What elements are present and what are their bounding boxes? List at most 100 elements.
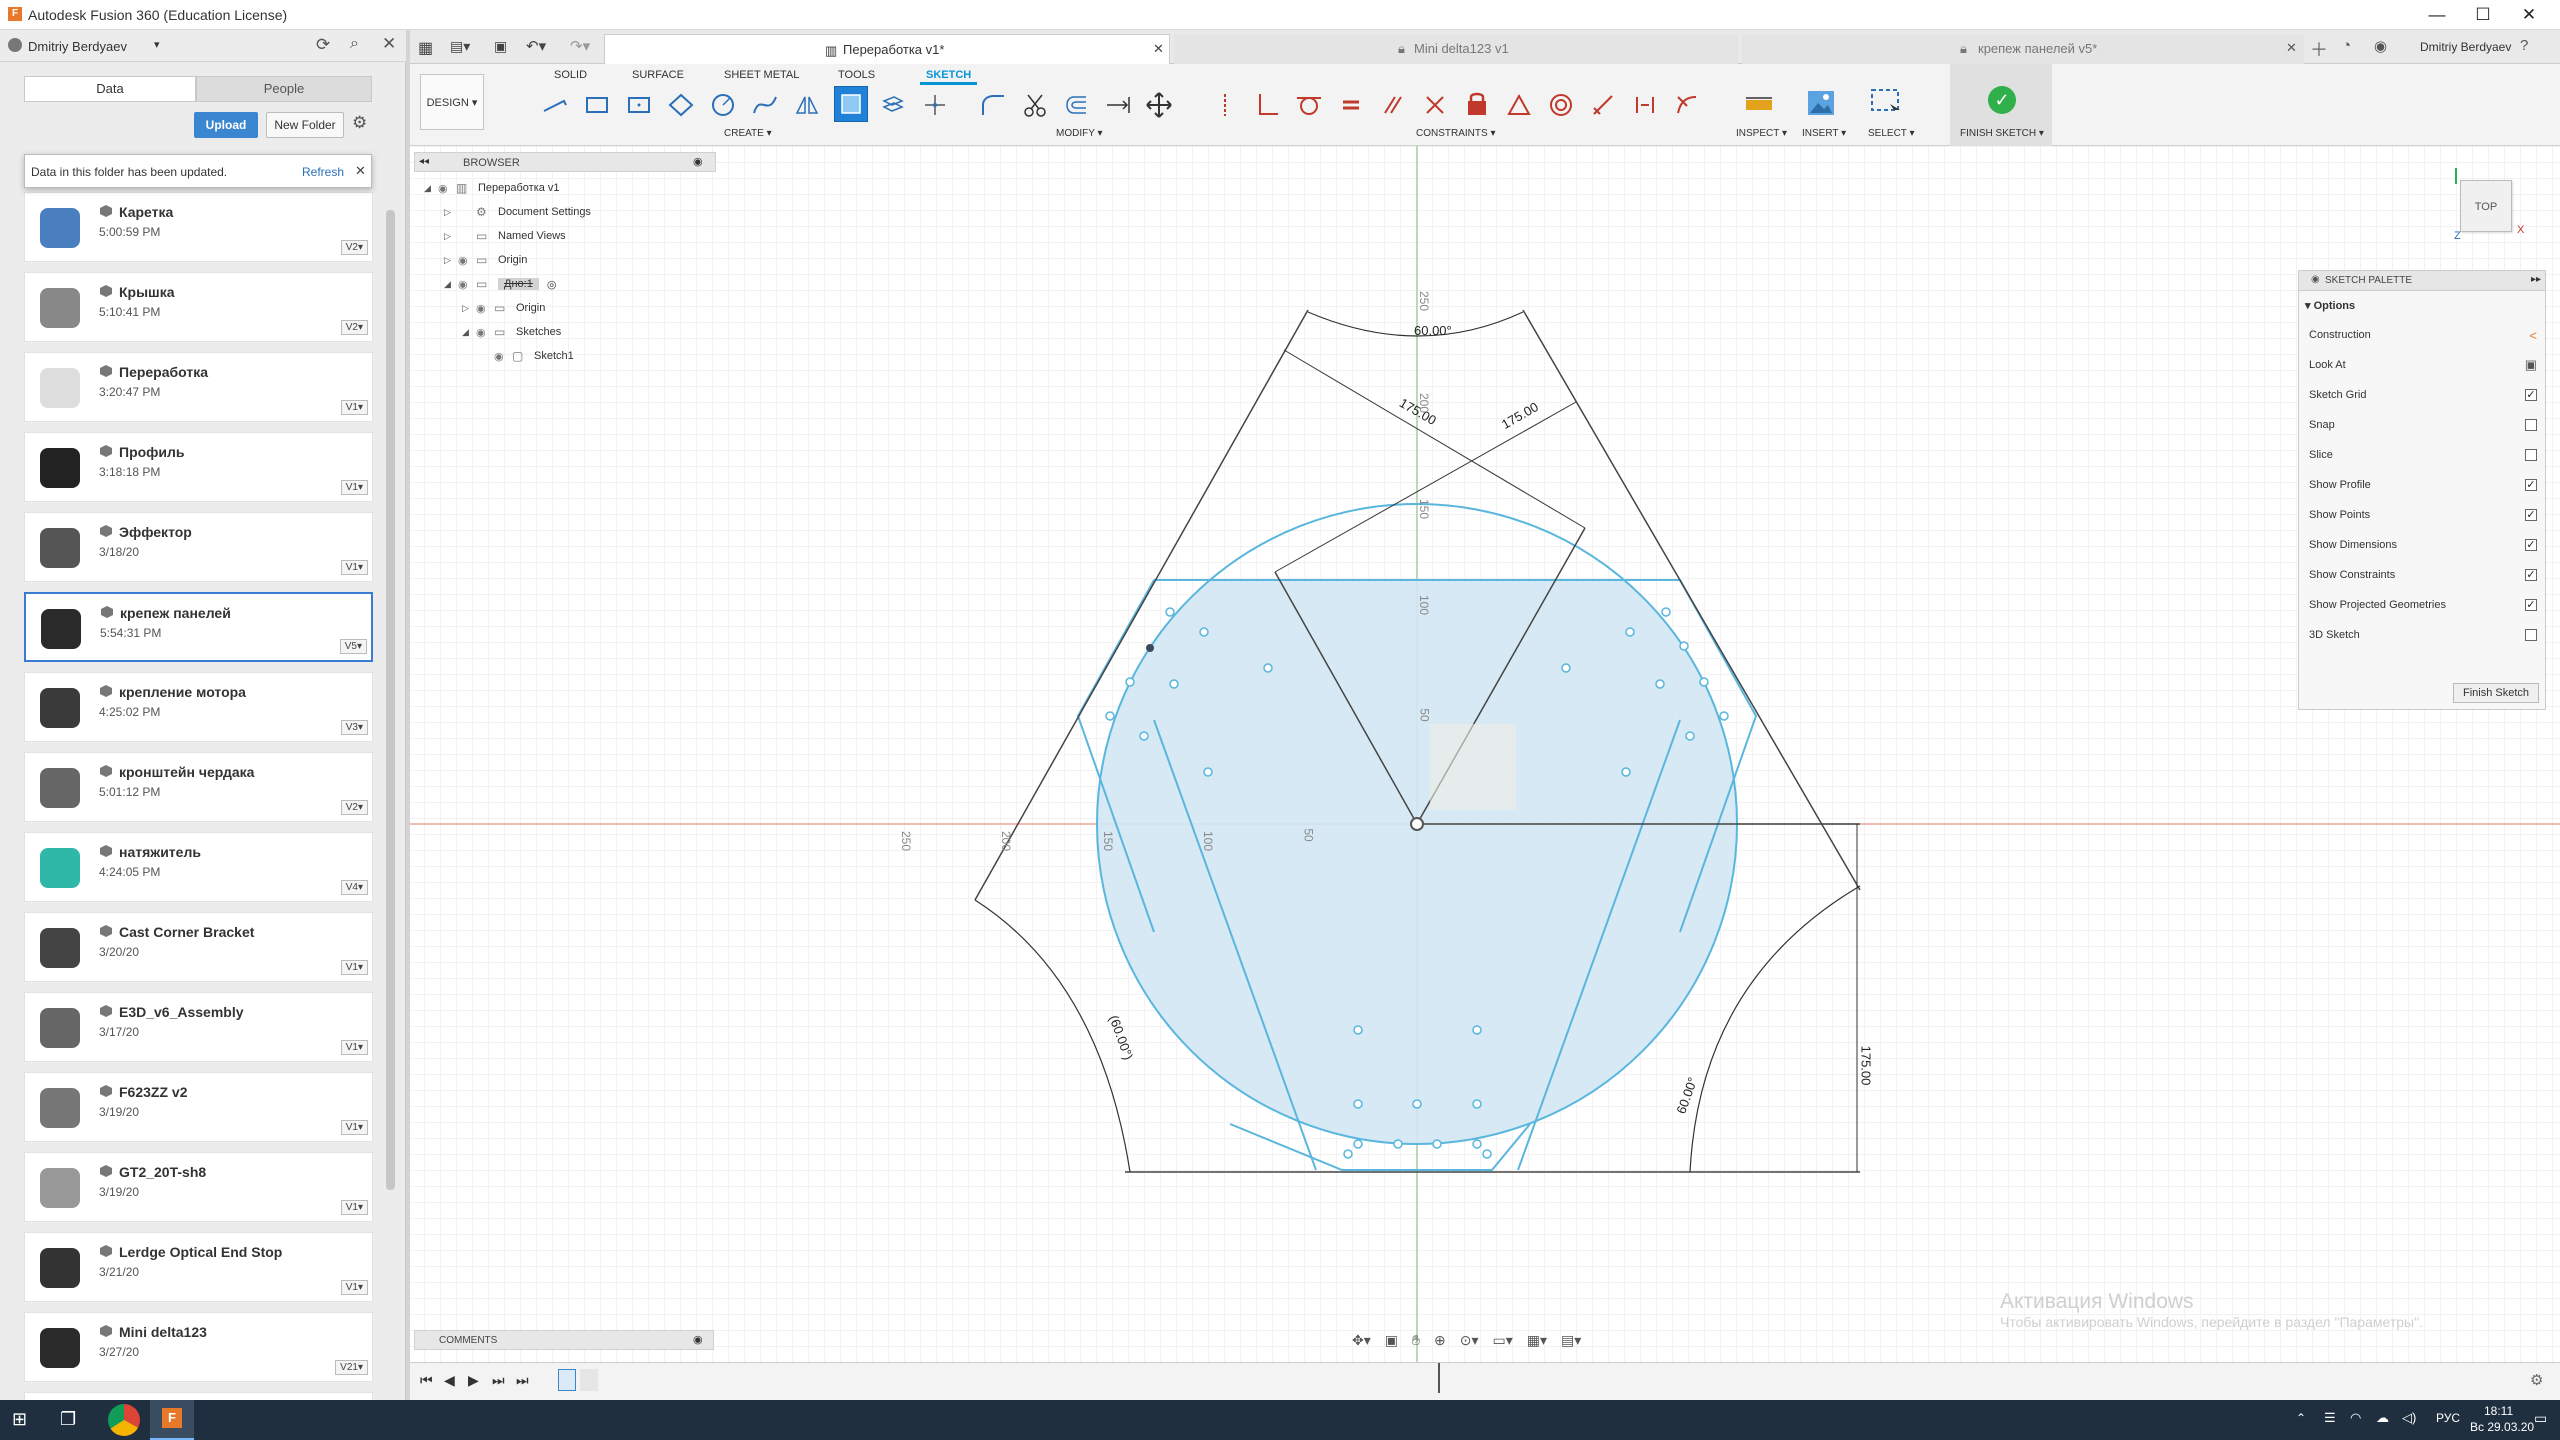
expand-arrow-icon[interactable]: ▷ xyxy=(444,207,458,218)
tangent-icon[interactable] xyxy=(1294,90,1324,120)
center-rectangle-icon[interactable] xyxy=(624,90,654,120)
checkbox[interactable] xyxy=(2525,449,2537,461)
collapse-browser-icon[interactable]: ◂◂ xyxy=(419,156,429,167)
refresh-link[interactable]: Refresh xyxy=(302,165,344,179)
network-icon[interactable]: ☰ xyxy=(2324,1410,2336,1426)
browser-row[interactable]: ◢ ◉ ▭ Днo:1 ◎ xyxy=(414,272,716,296)
file-card[interactable]: крепеж панелей 5:54:31 PM V5▾ xyxy=(24,592,373,662)
timeline-back-icon[interactable]: ◀ xyxy=(444,1372,455,1389)
timeline-forward-icon[interactable]: ⏭ xyxy=(492,1372,505,1389)
file-card[interactable]: F623ZZ v2 3/19/20 V1▾ xyxy=(24,1072,373,1142)
browser-row[interactable]: ▷ ▭ Named Views xyxy=(414,224,716,248)
dim-length-right[interactable]: 175.00 xyxy=(1858,1046,1873,1086)
midpoint-icon[interactable] xyxy=(1504,90,1534,120)
workspace-switcher[interactable]: DESIGN ▾ xyxy=(420,74,484,130)
notifications-icon[interactable]: ◉ xyxy=(2374,37,2387,55)
expand-arrow-icon[interactable]: ▷ xyxy=(462,303,476,314)
group-create-label[interactable]: CREATE ▾ xyxy=(724,128,772,139)
perpendicular-icon[interactable] xyxy=(1420,90,1450,120)
file-card[interactable]: Cast Corner Bracket 3/20/20 V1▾ xyxy=(24,912,373,982)
file-card[interactable]: крепление мотора 4:25:02 PM V3▾ xyxy=(24,672,373,742)
notification-center-icon[interactable]: ▭ xyxy=(2534,1410,2547,1427)
measure-icon[interactable] xyxy=(1744,90,1774,120)
redo-icon[interactable]: ↷▾ xyxy=(570,37,590,55)
file-card[interactable]: натяжитель 4:24:05 PM V4▾ xyxy=(24,832,373,902)
browser-row[interactable]: ◢ ◉ ▭ Sketches xyxy=(414,320,716,344)
checkbox[interactable]: ✓ xyxy=(2525,569,2537,581)
clock-date[interactable]: Вс 29.03.20 xyxy=(2470,1420,2534,1434)
file-card[interactable]: Каретка 5:00:59 PM V2▾ xyxy=(24,192,373,262)
spline-icon[interactable] xyxy=(750,90,780,120)
visibility-eye-icon[interactable]: ◉ xyxy=(476,326,494,339)
version-badge[interactable]: V2▾ xyxy=(340,240,368,255)
language-indicator[interactable]: РУС xyxy=(2436,1411,2460,1425)
fusion-taskbar-button[interactable]: F xyxy=(150,1400,194,1440)
group-select-label[interactable]: SELECT ▾ xyxy=(1868,128,1915,139)
palette-options-section[interactable]: ▾ Options xyxy=(2305,299,2355,312)
version-badge[interactable]: V5▾ xyxy=(339,639,367,654)
version-badge[interactable]: V3▾ xyxy=(340,720,368,735)
project-icon[interactable] xyxy=(878,90,908,120)
grid-menu-icon[interactable]: ▦ xyxy=(418,38,433,58)
doc-tab[interactable]: 🔒︎ крепеж панелей v5* ✕ xyxy=(1742,34,2304,64)
tab-solid[interactable]: SOLID xyxy=(554,69,587,81)
grid-settings-icon[interactable]: ▦▾ xyxy=(1527,1332,1547,1349)
cloud-icon[interactable]: ☁ xyxy=(2376,1410,2389,1426)
file-card[interactable]: Эффектор 3/18/20 V1▾ xyxy=(24,512,373,582)
start-icon[interactable]: ⊞ xyxy=(12,1409,27,1430)
construction-icon[interactable]: < xyxy=(2529,328,2537,343)
tab-surface[interactable]: SURFACE xyxy=(632,69,684,81)
group-modify-label[interactable]: MODIFY ▾ xyxy=(1056,128,1103,139)
expand-arrow-icon[interactable]: ▷ xyxy=(444,255,458,266)
file-card[interactable]: Lerdge Optical End Stop 3/21/20 V1▾ xyxy=(24,1232,373,1302)
version-badge[interactable]: V2▾ xyxy=(340,800,368,815)
visibility-eye-icon[interactable]: ◉ xyxy=(458,278,476,291)
file-menu-icon[interactable]: ▤▾ xyxy=(450,38,470,55)
timeline-end-icon[interactable]: ⏭ xyxy=(516,1372,529,1389)
browser-row[interactable]: ▷ ⚙ Document Settings xyxy=(414,200,716,224)
horizontal-vertical-icon[interactable] xyxy=(1252,90,1282,120)
coincident-icon[interactable] xyxy=(1210,90,1240,120)
task-view-icon[interactable]: ❐ xyxy=(60,1409,76,1430)
visibility-eye-icon[interactable]: ◉ xyxy=(438,182,456,195)
version-badge[interactable]: V1▾ xyxy=(340,1200,368,1215)
file-card[interactable]: Переработка 3:20:47 PM V1▾ xyxy=(24,352,373,422)
checkbox[interactable]: ✓ xyxy=(2525,599,2537,611)
group-constraints-label[interactable]: CONSTRAINTS ▾ xyxy=(1416,128,1495,139)
group-inspect-label[interactable]: INSPECT ▾ xyxy=(1736,128,1787,139)
checkbox[interactable]: ✓ xyxy=(2525,509,2537,521)
display-settings-icon[interactable]: ▭▾ xyxy=(1492,1332,1512,1349)
file-card[interactable]: GT2_20T-sh8 3/19/20 V1▾ xyxy=(24,1152,373,1222)
tab-tools[interactable]: TOOLS xyxy=(838,69,875,81)
polygon-icon[interactable] xyxy=(666,90,696,120)
pin-icon[interactable]: ◉ xyxy=(693,155,703,168)
collinear-icon[interactable] xyxy=(1588,90,1618,120)
expand-arrow-icon[interactable]: ◢ xyxy=(444,279,458,290)
group-insert-label[interactable]: INSERT ▾ xyxy=(1802,128,1846,139)
parallel-icon[interactable] xyxy=(1378,90,1408,120)
rectangle-icon[interactable] xyxy=(582,90,612,120)
clock-time[interactable]: 18:11 xyxy=(2484,1404,2513,1418)
viewcube[interactable]: TOP xyxy=(2460,180,2512,232)
version-badge[interactable]: V21▾ xyxy=(335,1360,368,1375)
close-notice-icon[interactable]: ✕ xyxy=(355,163,366,179)
timeline-settings-icon[interactable]: ⚙ xyxy=(2530,1371,2543,1389)
move-icon[interactable] xyxy=(1144,90,1174,120)
close-tab-icon[interactable]: ✕ xyxy=(1153,41,1164,57)
version-badge[interactable]: V1▾ xyxy=(340,960,368,975)
fillet-icon[interactable] xyxy=(978,90,1008,120)
extend-icon[interactable] xyxy=(1104,90,1134,120)
equal-icon[interactable] xyxy=(1336,90,1366,120)
visibility-eye-icon[interactable]: ◉ xyxy=(494,350,512,363)
comments-panel[interactable]: COMMENTS ◉ xyxy=(414,1330,714,1350)
point-icon[interactable] xyxy=(920,90,950,120)
checkbox[interactable] xyxy=(2525,419,2537,431)
version-badge[interactable]: V1▾ xyxy=(340,400,368,415)
doc-tab-active[interactable]: ▥ Переработка v1* ✕ xyxy=(604,34,1170,64)
file-card[interactable]: Mini delta123 3/27/20 V21▾ xyxy=(24,1312,373,1382)
mirror-icon[interactable] xyxy=(792,90,822,120)
chrome-taskbar-icon[interactable] xyxy=(108,1404,140,1436)
zoom-window-icon[interactable]: ⊙▾ xyxy=(1460,1332,1479,1349)
checkbox[interactable]: ✓ xyxy=(2525,389,2537,401)
timeline-feature[interactable] xyxy=(580,1369,598,1391)
